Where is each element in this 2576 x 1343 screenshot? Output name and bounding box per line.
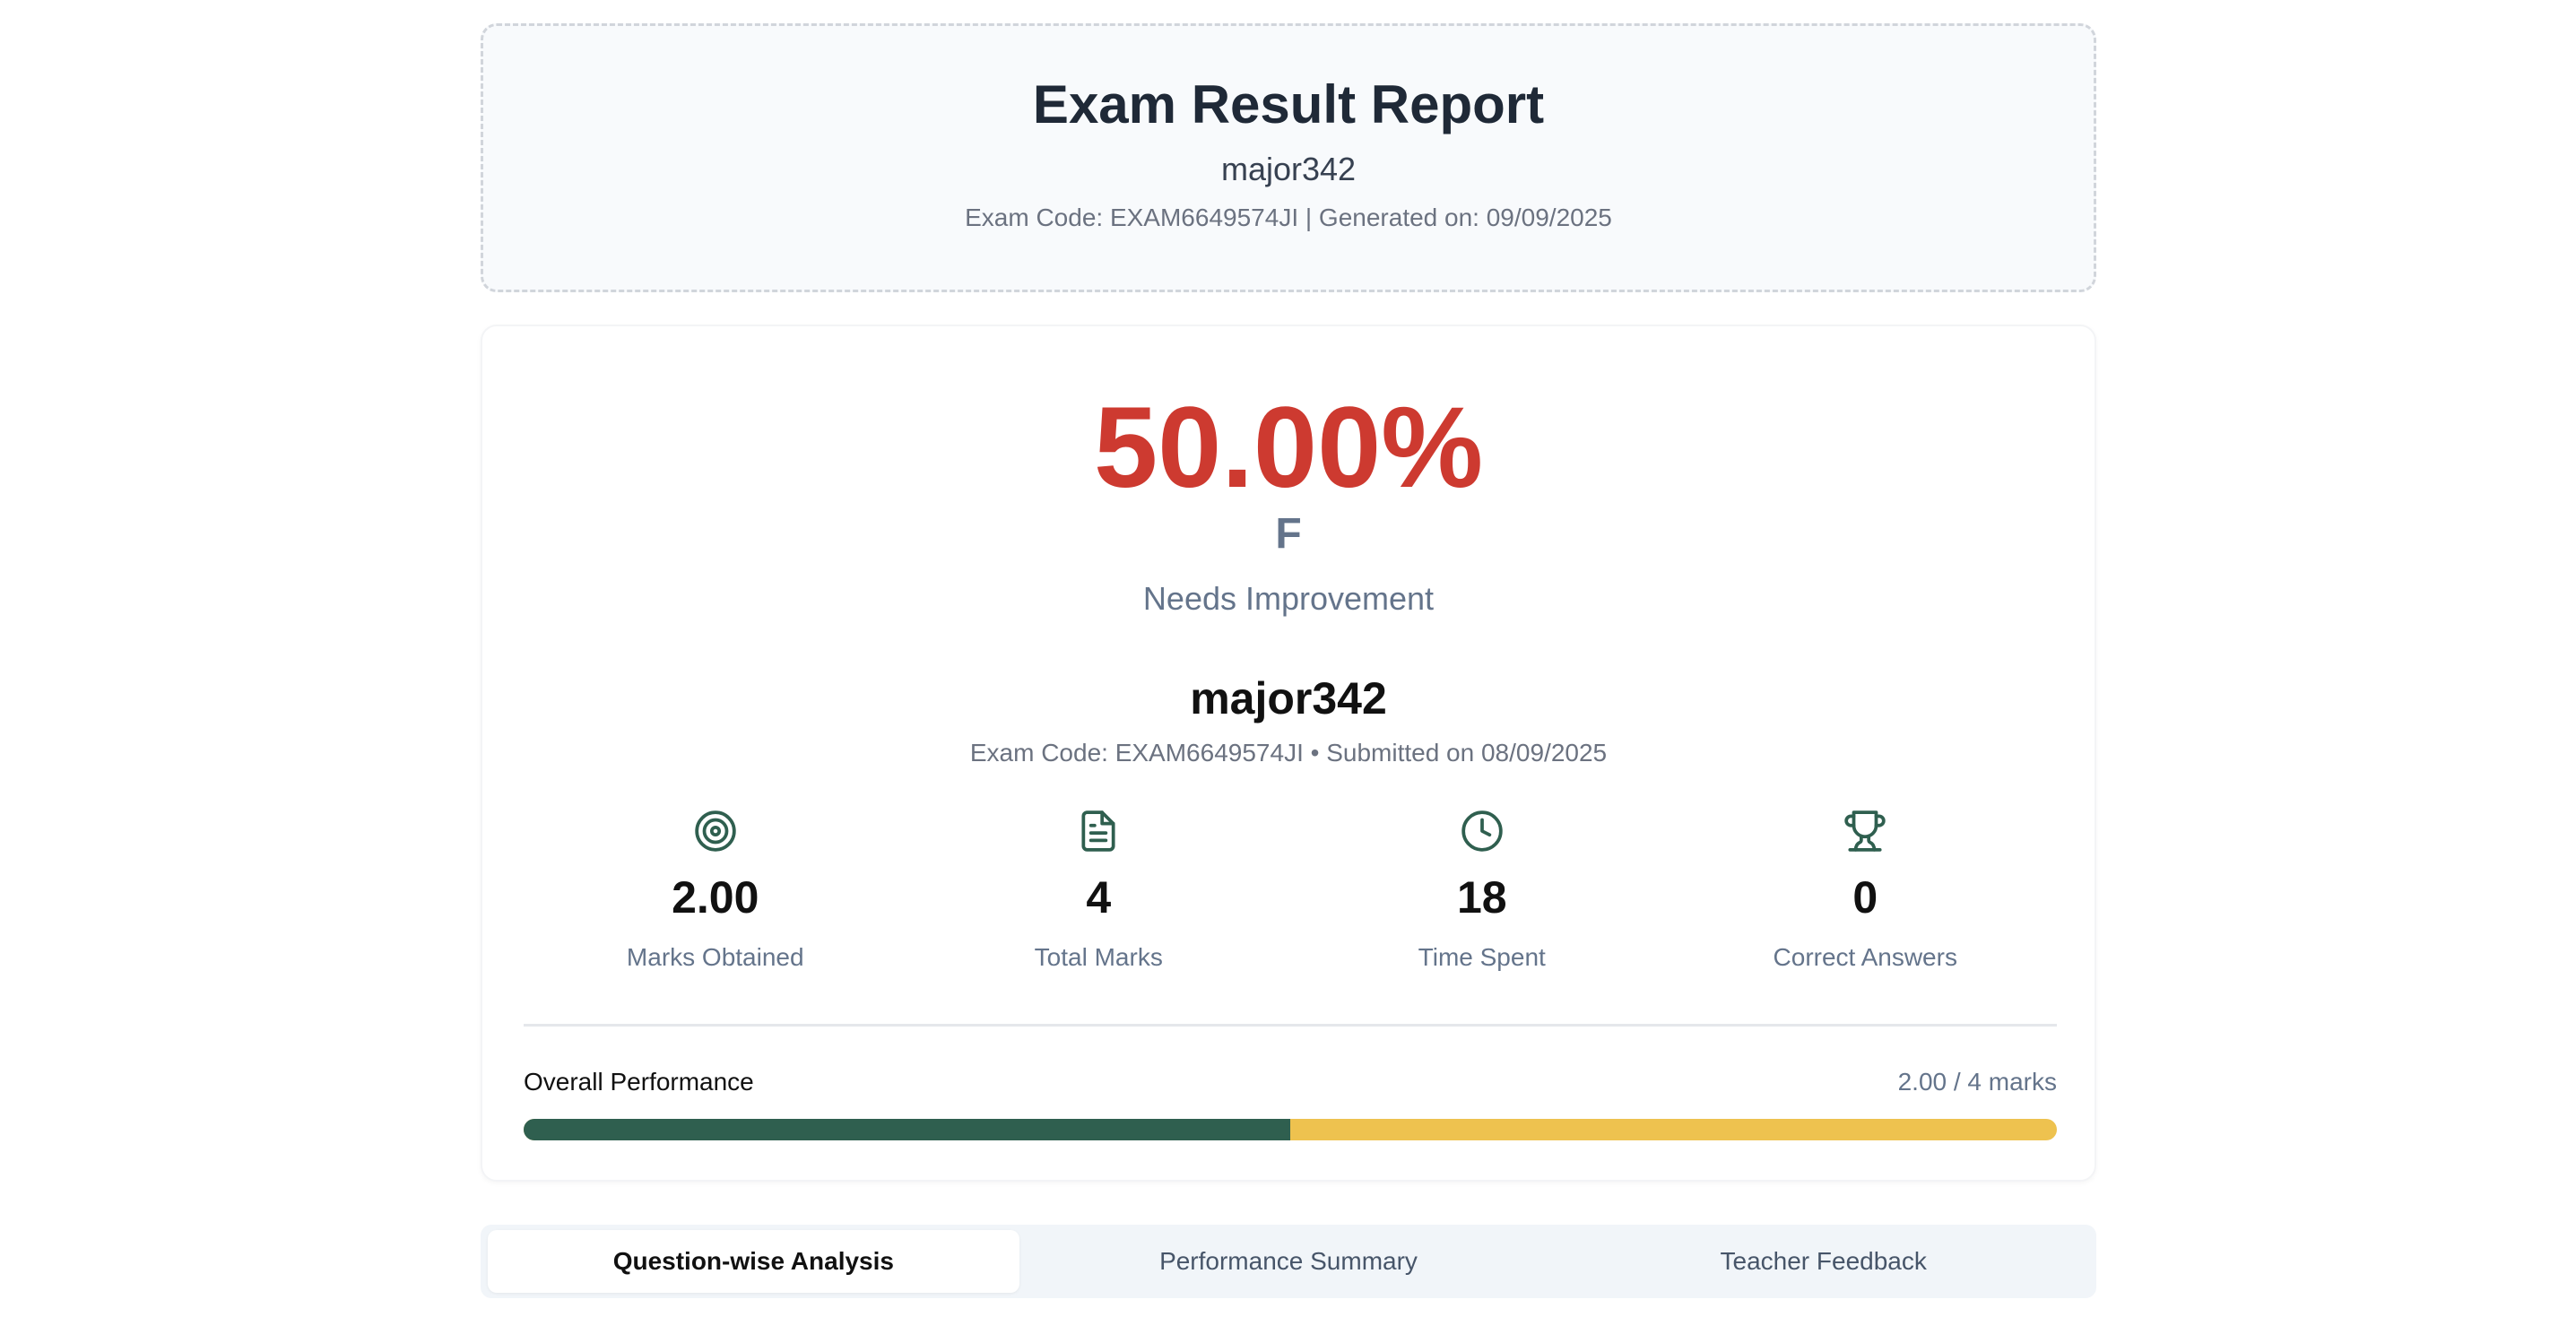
report-title: Exam Result Report: [1032, 74, 1545, 134]
performance-value: 2.00 / 4 marks: [1897, 1068, 2057, 1096]
page: Exam Result Report major342 Exam Code: E…: [0, 0, 2576, 1343]
student-name: major342: [1190, 673, 1387, 723]
tab-performance-summary[interactable]: Performance Summary: [1023, 1230, 1555, 1293]
stat-time-spent: 18 Time Spent: [1290, 809, 1674, 997]
stat-value: 0: [1852, 872, 1878, 923]
stat-correct-answers: 0 Correct Answers: [1674, 809, 2058, 997]
stat-value: 4: [1086, 872, 1112, 923]
performance-progress-bar: [524, 1119, 2057, 1140]
stat-label: Total Marks: [1034, 943, 1163, 971]
submission-meta: Exam Code: EXAM6649574JI • Submitted on …: [969, 739, 1608, 767]
performance-label: Overall Performance: [524, 1068, 754, 1096]
performance-header: Overall Performance 2.00 / 4 marks: [524, 1067, 2057, 1097]
tab-question-wise-analysis[interactable]: Question-wise Analysis: [488, 1230, 1019, 1293]
tab-teacher-feedback[interactable]: Teacher Feedback: [1557, 1230, 2089, 1293]
stat-label: Marks Obtained: [626, 943, 804, 971]
stat-marks-obtained: 2.00 Marks Obtained: [524, 809, 907, 997]
stat-value: 18: [1456, 872, 1507, 923]
report-header: Exam Result Report major342 Exam Code: E…: [481, 23, 2096, 292]
grade-remark: Needs Improvement: [1142, 580, 1435, 617]
tab-bar: Question-wise Analysis Performance Summa…: [481, 1225, 2096, 1298]
stats-row: 2.00 Marks Obtained 4 Total Marks 18 Tim…: [524, 809, 2057, 997]
clock-icon: [1461, 810, 1503, 852]
performance-progress-fill: [524, 1119, 1290, 1140]
stat-label: Correct Answers: [1773, 943, 1957, 971]
target-icon: [695, 810, 736, 852]
report-container: Exam Result Report major342 Exam Code: E…: [481, 23, 2096, 1298]
stat-total-marks: 4 Total Marks: [907, 809, 1291, 997]
grade-letter: F: [1275, 510, 1302, 558]
score-percentage: 50.00%: [1093, 384, 1484, 512]
stat-label: Time Spent: [1418, 943, 1546, 971]
divider: [524, 1024, 2057, 1027]
result-card: 50.00% F Needs Improvement major342 Exam…: [481, 325, 2096, 1182]
report-meta: Exam Code: EXAM6649574JI | Generated on:…: [965, 204, 1612, 232]
stat-value: 2.00: [672, 872, 759, 923]
document-icon: [1081, 810, 1115, 852]
trophy-icon: [1844, 810, 1886, 852]
report-student-name: major342: [1220, 151, 1357, 187]
